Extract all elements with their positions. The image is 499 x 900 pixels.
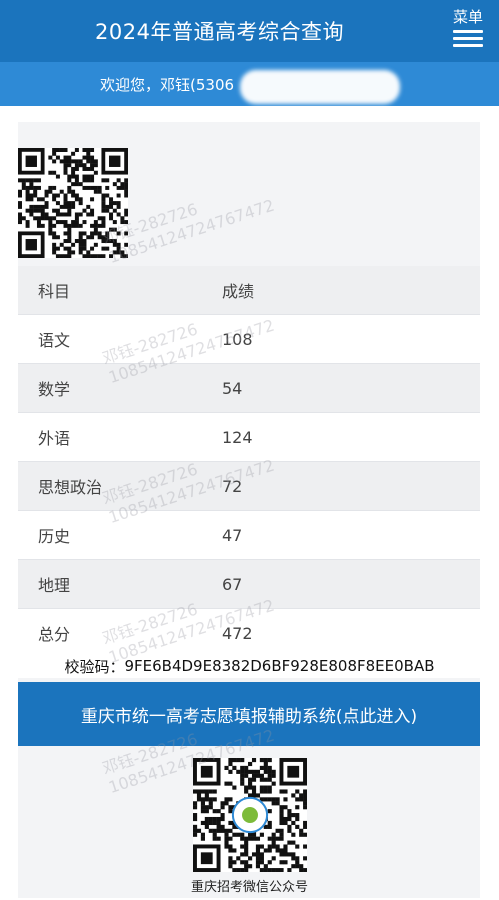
checksum-value: 9FE6B4D9E8382D6BF928E808F8EE0BAB xyxy=(124,657,435,675)
score-table: 科目 成绩 语文 108 数学 54 外语 124 思想政治 72 历史 47 … xyxy=(18,266,480,658)
table-header-row: 科目 成绩 xyxy=(18,266,480,315)
table-row: 地理 67 xyxy=(18,560,480,609)
table-row-total: 总分 472 xyxy=(18,609,480,658)
column-header-score: 成绩 xyxy=(222,282,255,301)
score-cell: 72 xyxy=(222,476,243,496)
volunteer-system-link-text: 重庆市统一高考志愿填报辅助系统(点此进入) xyxy=(80,706,418,727)
menu-button[interactable]: 菜单 xyxy=(451,8,485,52)
subject-cell: 外语 xyxy=(38,429,71,448)
redaction-mask xyxy=(240,70,400,104)
table-row: 历史 47 xyxy=(18,511,480,560)
subject-cell: 语文 xyxy=(38,331,71,350)
top-bar: 2024年普通高考综合查询 菜单 xyxy=(0,0,499,62)
score-cell: 472 xyxy=(222,623,253,643)
checksum-label: 校验码： xyxy=(64,657,125,676)
menu-label: 菜单 xyxy=(452,8,483,26)
subject-cell: 数学 xyxy=(38,380,71,399)
column-header-subject: 科目 xyxy=(38,282,71,301)
page-title: 2024年普通高考综合查询 xyxy=(95,20,344,44)
subject-cell: 地理 xyxy=(38,576,71,595)
wechat-qr-code-image xyxy=(193,758,307,872)
qr-caption: 重庆招考微信公众号 xyxy=(190,880,308,895)
score-cell: 54 xyxy=(222,378,243,398)
table-row: 外语 124 xyxy=(18,413,480,462)
score-cell: 67 xyxy=(222,574,243,594)
table-row: 思想政治 72 xyxy=(18,462,480,511)
subject-cell: 总分 xyxy=(38,625,71,644)
welcome-text: 欢迎您，邓钰(5306 xyxy=(100,75,235,94)
score-cell: 108 xyxy=(222,329,253,349)
score-cell: 47 xyxy=(222,525,243,545)
score-cell: 124 xyxy=(222,427,253,447)
table-row: 数学 54 xyxy=(18,364,480,413)
hamburger-icon xyxy=(453,30,483,51)
volunteer-system-link[interactable]: 重庆市统一高考志愿填报辅助系统(点此进入) xyxy=(18,682,480,746)
subject-cell: 思想政治 xyxy=(38,478,103,497)
table-row: 语文 108 xyxy=(18,315,480,364)
qr-code-image xyxy=(18,148,128,258)
subject-cell: 历史 xyxy=(38,527,71,546)
checksum-line: 校验码： 9FE6B4D9E8382D6BF928E808F8EE0BAB xyxy=(0,654,499,678)
